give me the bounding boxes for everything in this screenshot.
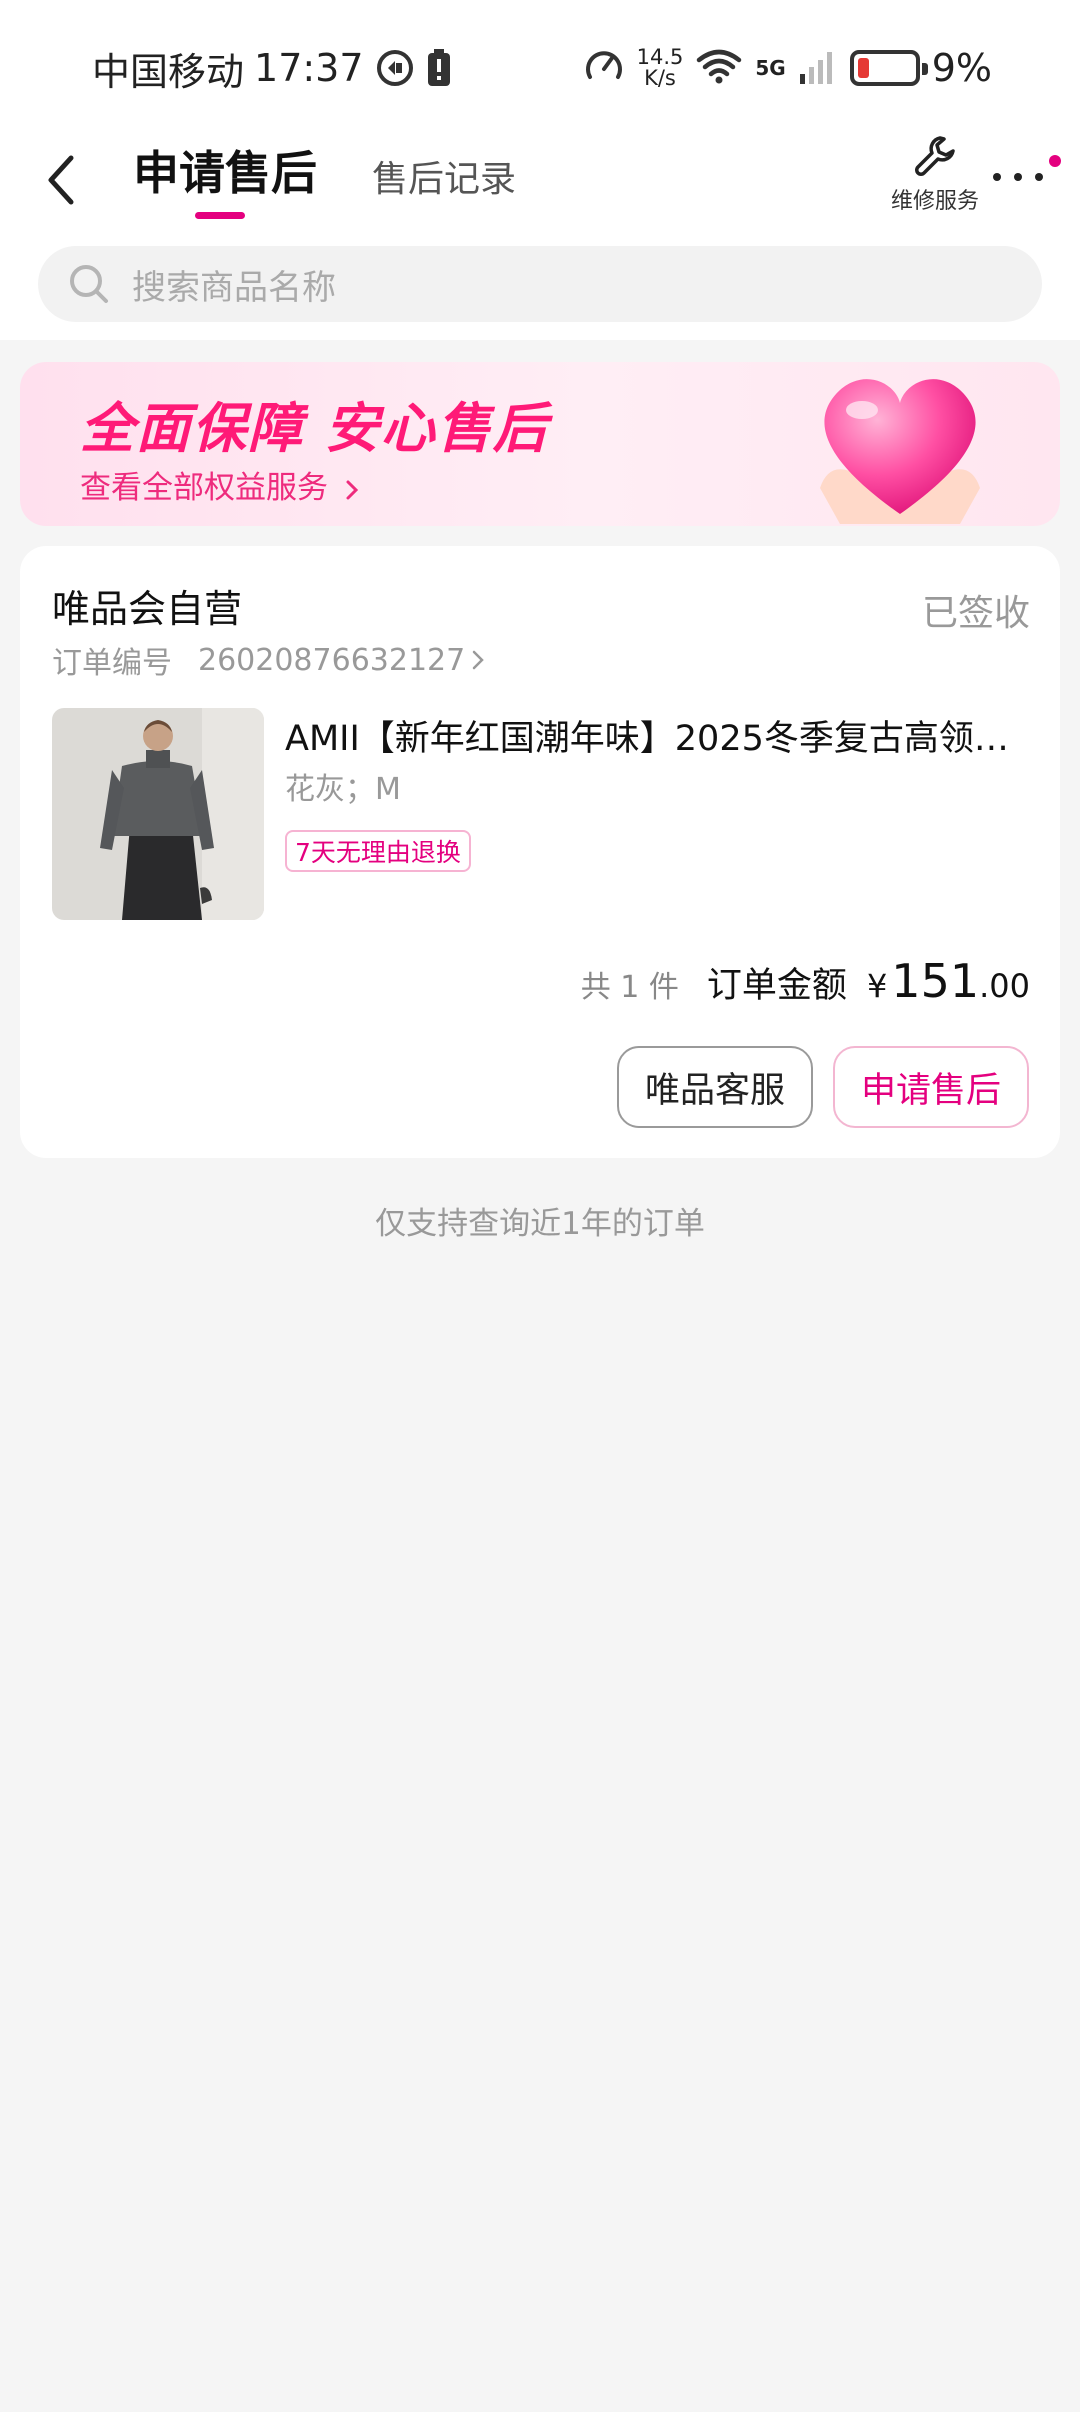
price-decimal: .00 xyxy=(979,967,1030,1005)
shop-name: 唯品会自营 xyxy=(52,587,243,631)
speedometer-icon xyxy=(583,45,625,91)
signal-icon xyxy=(798,46,838,90)
chevron-left-icon xyxy=(48,155,74,205)
product-spec: 花灰；M xyxy=(285,772,401,807)
banner-title: 全面保障 安心售后 xyxy=(80,397,549,460)
chevron-right-icon xyxy=(471,648,485,672)
search-input[interactable]: 搜索商品名称 xyxy=(38,246,1042,322)
nav-bar: 申请售后 售后记录 维修服务 xyxy=(0,125,1080,235)
return-policy-tag: 7天无理由退换 xyxy=(285,830,471,872)
network-speed: 14.5 K/s xyxy=(637,47,684,89)
customer-service-button[interactable]: 唯品客服 xyxy=(617,1046,813,1128)
tab-apply-after-sales[interactable]: 申请售后 xyxy=(133,137,317,219)
search-placeholder: 搜索商品名称 xyxy=(132,267,336,308)
network-type: 5G xyxy=(755,56,786,80)
footer-note: 仅支持查询近1年的订单 xyxy=(375,1206,705,1242)
tab-after-sales-records[interactable]: 售后记录 xyxy=(372,150,516,202)
network-speed-value: 14.5 xyxy=(636,45,684,69)
wrench-icon xyxy=(915,136,955,176)
order-total: 共 1 件 订单金额 ¥ 151 .00 xyxy=(581,954,1030,1008)
more-options-button[interactable] xyxy=(985,155,1065,205)
tab-active-indicator xyxy=(195,212,245,219)
item-count: 共 1 件 xyxy=(580,970,679,1005)
order-status: 已签收 xyxy=(921,593,1030,634)
apply-after-sales-button[interactable]: 申请售后 xyxy=(833,1046,1029,1128)
price-integer: 151 xyxy=(891,954,980,1008)
product-title[interactable]: AMII【新年红国潮年味】2025冬季复古高领针织衫 xyxy=(285,710,1030,761)
clock-time: 17:37 xyxy=(254,46,364,90)
cellular-5g: 5G xyxy=(755,58,785,78)
search-icon xyxy=(68,263,110,305)
network-speed-unit: K/s xyxy=(644,66,676,90)
status-bar: 中国移动 17:37 14.5 K/s 5G 9% xyxy=(0,0,1080,135)
tab-records-label: 售后记录 xyxy=(372,159,517,200)
battery-percent: 9% xyxy=(931,46,992,90)
heart-hands-icon xyxy=(820,379,980,524)
banner-link-label: 查看全部权益服务 xyxy=(80,470,328,506)
status-right: 14.5 K/s 5G 9% xyxy=(583,38,992,98)
banner-link[interactable]: 查看全部权益服务 xyxy=(80,462,360,507)
order-amount-label: 订单金额 xyxy=(706,966,847,1006)
tab-apply-label: 申请售后 xyxy=(133,146,317,200)
back-button[interactable] xyxy=(30,145,90,215)
status-left: 中国移动 17:37 xyxy=(92,38,452,98)
app-notification-icon xyxy=(376,49,414,87)
carrier-name: 中国移动 xyxy=(92,49,245,94)
order-number[interactable]: 订单编号 26020876632127 xyxy=(52,638,485,682)
currency-symbol: ¥ xyxy=(866,967,888,1005)
battery-alert-icon xyxy=(426,48,452,88)
product-image[interactable] xyxy=(52,708,264,920)
wifi-icon xyxy=(695,46,743,90)
order-number-value: 26020876632127 xyxy=(198,642,466,678)
chevron-right-icon xyxy=(346,480,358,499)
after-sales-banner[interactable]: 全面保障 安心售后 查看全部权益服务 xyxy=(20,362,1060,526)
order-number-label: 订单编号 xyxy=(52,646,172,681)
notification-badge xyxy=(1049,155,1061,167)
order-card: 唯品会自营 已签收 订单编号 26020876632127 AMII【新年红国潮… xyxy=(20,546,1060,1158)
battery-icon xyxy=(849,50,928,86)
repair-service-label: 维修服务 xyxy=(890,189,979,214)
more-dots-icon xyxy=(993,173,1043,181)
